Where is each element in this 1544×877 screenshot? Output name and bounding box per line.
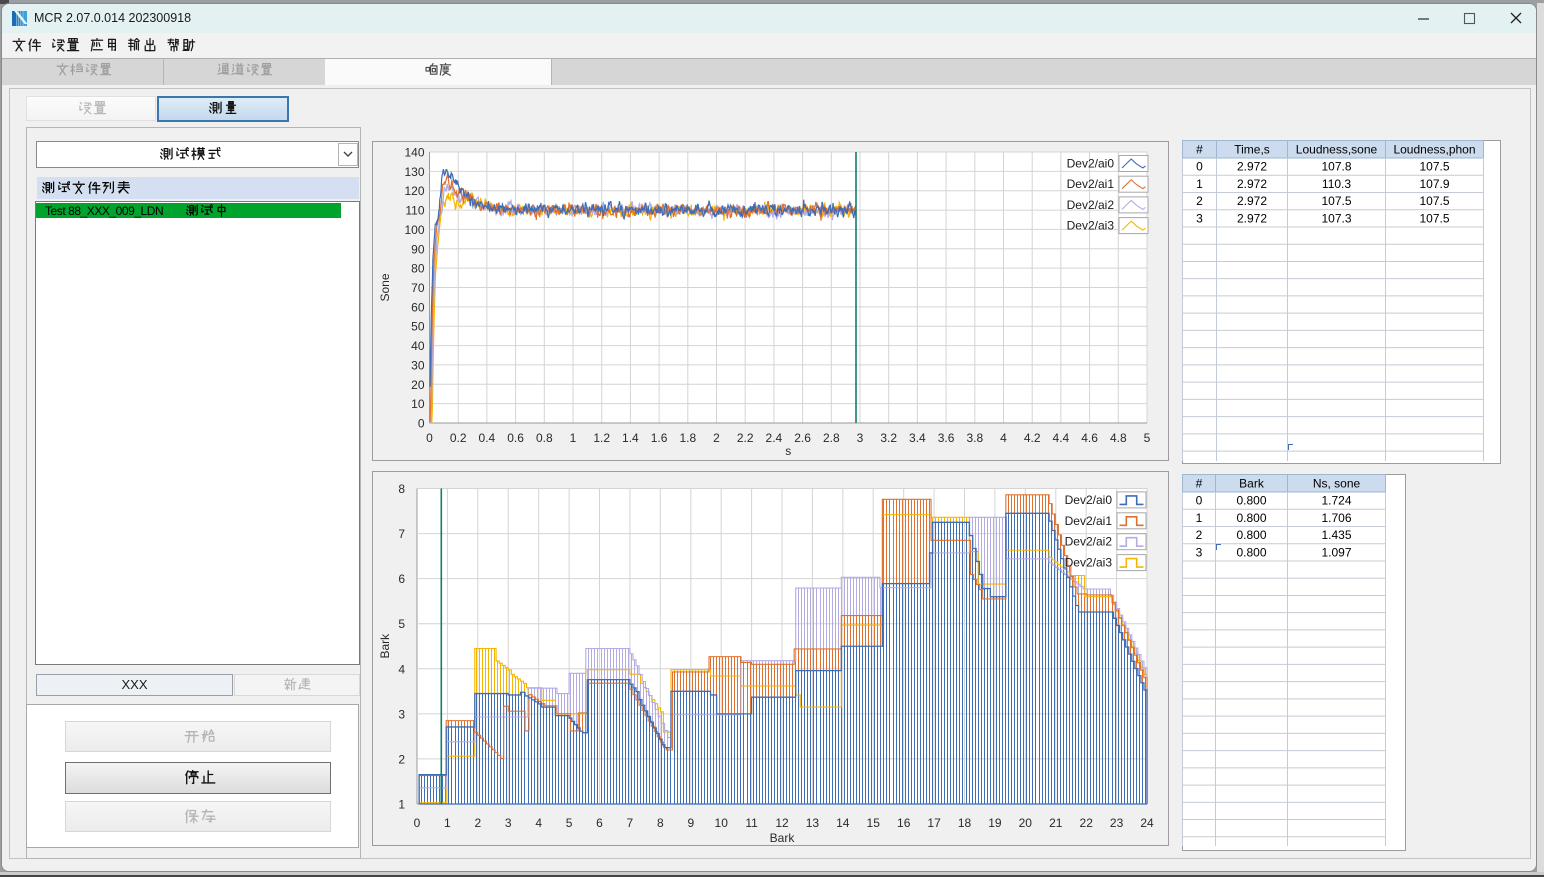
svg-text:0: 0 (414, 816, 421, 830)
svg-text:4: 4 (535, 816, 542, 830)
svg-text:11: 11 (745, 816, 758, 830)
svg-text:#: # (1196, 476, 1203, 490)
svg-text:Loudness,sone: Loudness,sone (1296, 142, 1378, 156)
svg-text:0.800: 0.800 (1236, 494, 1266, 508)
svg-text:107.5: 107.5 (1419, 211, 1449, 225)
svg-text:19: 19 (988, 816, 1002, 830)
svg-text:5: 5 (566, 816, 573, 830)
svg-text:18: 18 (958, 816, 972, 830)
svg-text:Ns, sone: Ns, sone (1313, 476, 1361, 490)
svg-text:Loudness,phon: Loudness,phon (1393, 142, 1475, 156)
svg-text:Bark: Bark (770, 831, 796, 845)
svg-text:2: 2 (1196, 194, 1203, 208)
svg-text:Dev2/ai1: Dev2/ai1 (1065, 514, 1113, 528)
svg-text:6: 6 (398, 572, 405, 586)
svg-text:110.3: 110.3 (1322, 177, 1351, 191)
svg-text:23: 23 (1110, 816, 1124, 830)
svg-text:1.724: 1.724 (1321, 494, 1351, 508)
svg-text:107.8: 107.8 (1321, 160, 1351, 174)
svg-text:Time,s: Time,s (1234, 142, 1270, 156)
svg-text:17: 17 (927, 816, 941, 830)
svg-text:10: 10 (715, 816, 729, 830)
svg-text:Dev2/ai2: Dev2/ai2 (1065, 535, 1113, 549)
svg-text:107.3: 107.3 (1321, 211, 1351, 225)
svg-text:7: 7 (398, 527, 405, 541)
svg-text:2.972: 2.972 (1237, 160, 1267, 174)
svg-text:0.800: 0.800 (1236, 528, 1266, 542)
svg-text:1: 1 (444, 816, 451, 830)
svg-text:0: 0 (1196, 494, 1203, 508)
svg-text:7: 7 (627, 816, 634, 830)
svg-text:0.800: 0.800 (1236, 545, 1266, 559)
svg-text:1.097: 1.097 (1321, 545, 1351, 559)
svg-text:0: 0 (1196, 160, 1203, 174)
svg-text:22: 22 (1080, 816, 1094, 830)
svg-text:3: 3 (1196, 211, 1203, 225)
svg-text:Bark: Bark (1239, 476, 1265, 490)
svg-text:1: 1 (1196, 511, 1203, 525)
svg-text:1.435: 1.435 (1321, 528, 1351, 542)
svg-text:107.5: 107.5 (1419, 194, 1449, 208)
svg-text:1: 1 (1196, 177, 1203, 191)
svg-text:2.972: 2.972 (1237, 177, 1267, 191)
svg-text:1: 1 (398, 798, 405, 812)
svg-text:8: 8 (398, 482, 405, 496)
svg-text:2.972: 2.972 (1237, 194, 1267, 208)
svg-text:Dev2/ai3: Dev2/ai3 (1065, 556, 1113, 570)
svg-text:3: 3 (398, 707, 405, 721)
svg-text:20: 20 (1019, 816, 1033, 830)
svg-text:2.972: 2.972 (1237, 211, 1267, 225)
svg-text:107.5: 107.5 (1419, 160, 1449, 174)
svg-text:1.706: 1.706 (1321, 511, 1351, 525)
svg-text:6: 6 (596, 816, 603, 830)
svg-text:8: 8 (657, 816, 664, 830)
svg-text:21: 21 (1049, 816, 1063, 830)
svg-text:2: 2 (398, 752, 405, 766)
svg-text:4: 4 (398, 662, 405, 676)
svg-text:14: 14 (836, 816, 850, 830)
svg-text:Dev2/ai0: Dev2/ai0 (1065, 493, 1113, 507)
svg-text:0.800: 0.800 (1236, 511, 1266, 525)
svg-text:9: 9 (687, 816, 694, 830)
svg-text:2: 2 (474, 816, 481, 830)
svg-text:107.9: 107.9 (1419, 177, 1449, 191)
svg-text:107.5: 107.5 (1321, 194, 1351, 208)
svg-text:5: 5 (398, 617, 405, 631)
svg-text:15: 15 (867, 816, 881, 830)
svg-text:13: 13 (806, 816, 820, 830)
svg-text:Bark: Bark (378, 633, 392, 659)
svg-text:3: 3 (1196, 545, 1203, 559)
svg-text:#: # (1196, 142, 1203, 156)
svg-text:12: 12 (775, 816, 789, 830)
svg-text:16: 16 (897, 816, 911, 830)
svg-text:2: 2 (1196, 528, 1203, 542)
svg-text:24: 24 (1140, 816, 1154, 830)
svg-text:3: 3 (505, 816, 512, 830)
